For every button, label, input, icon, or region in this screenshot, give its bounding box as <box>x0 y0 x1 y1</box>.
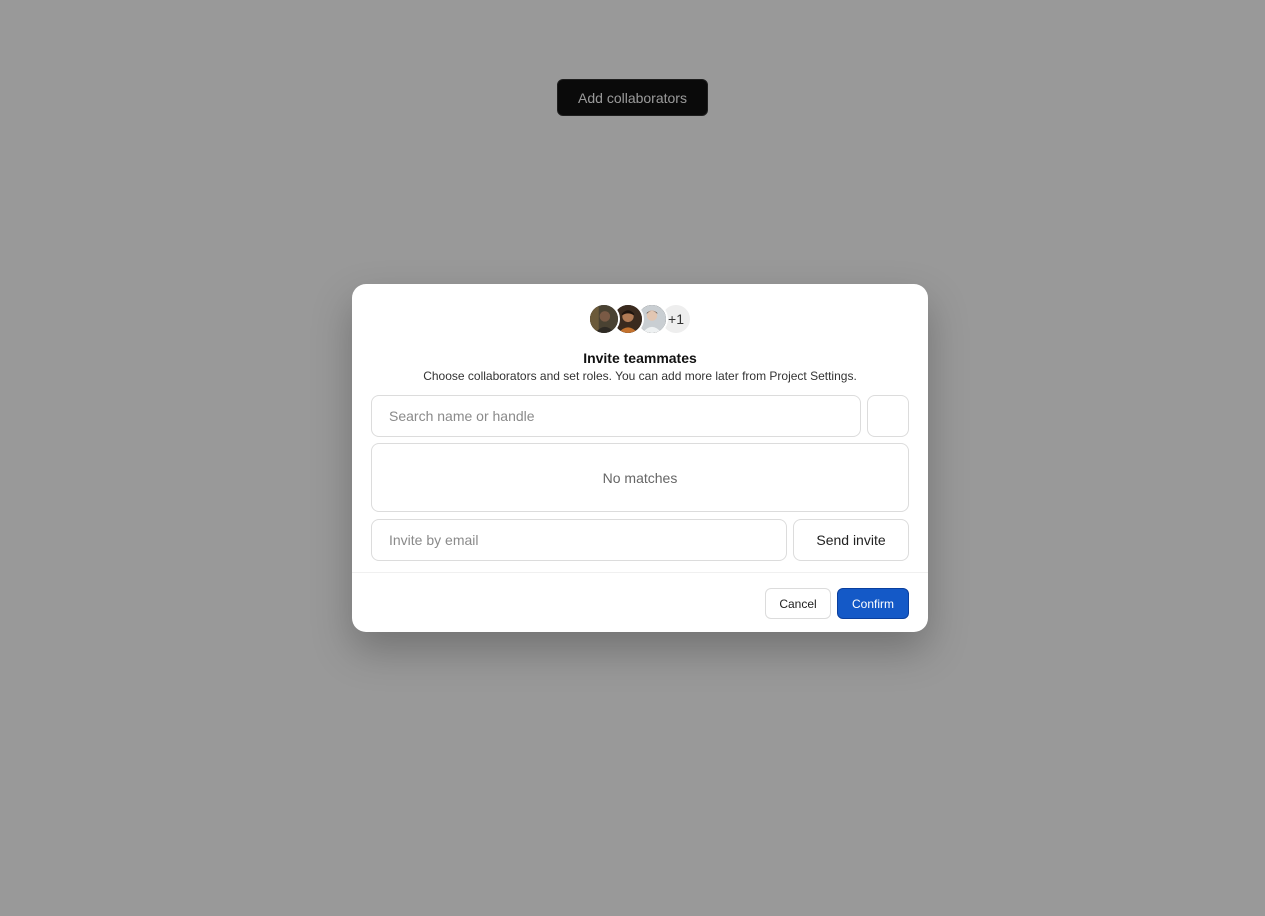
dialog-subtitle: Choose collaborators and set roles. You … <box>423 369 857 383</box>
email-field[interactable] <box>371 519 787 561</box>
invite-dialog: +1 Invite teammates Choose collaborators… <box>352 284 928 632</box>
dialog-title: Invite teammates <box>583 350 697 366</box>
send-invite-button[interactable]: Send invite <box>793 519 909 561</box>
avatar <box>588 303 620 335</box>
search-input[interactable] <box>371 395 861 437</box>
filter-button[interactable] <box>867 395 909 437</box>
person-photo-icon <box>590 305 618 333</box>
avatar-stack: +1 <box>588 303 692 335</box>
dialog-footer: Cancel Confirm <box>352 572 928 632</box>
empty-state-text: No matches <box>602 469 678 486</box>
results-list: No matches <box>371 443 909 512</box>
confirm-button[interactable]: Confirm <box>837 588 909 619</box>
cancel-button[interactable]: Cancel <box>765 588 831 619</box>
